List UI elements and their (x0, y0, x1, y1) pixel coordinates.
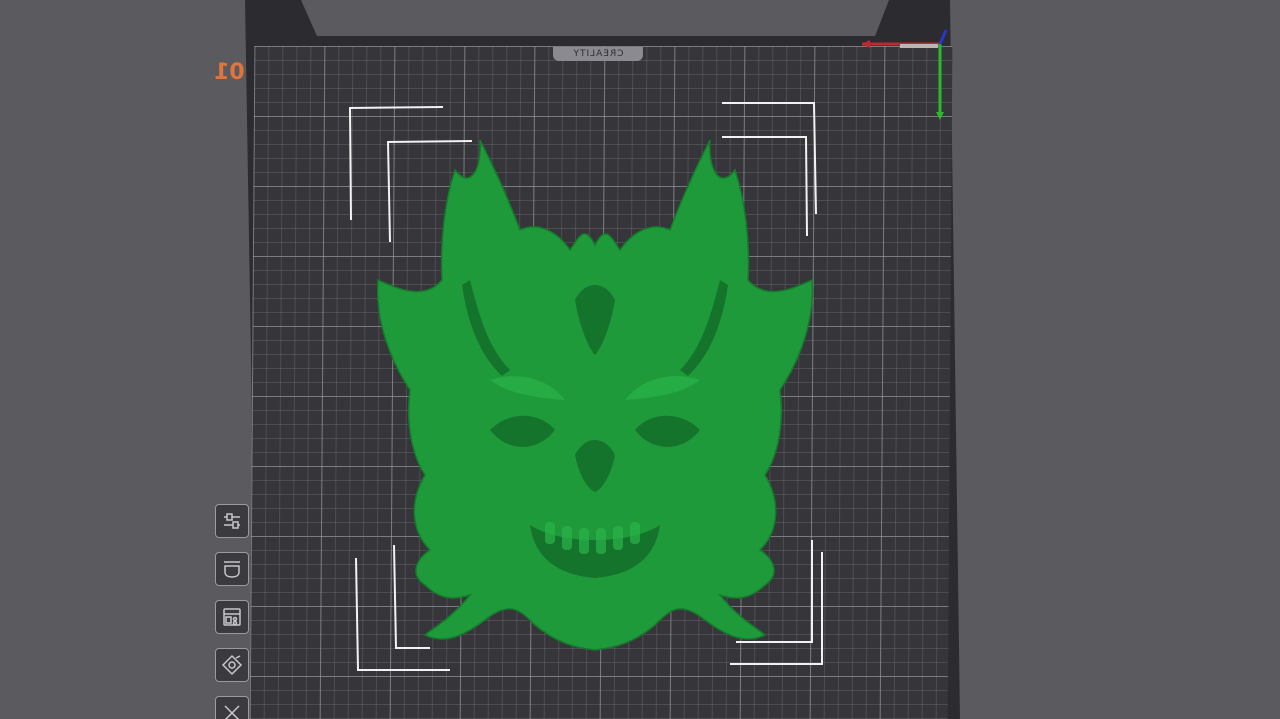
tooth (562, 526, 572, 550)
x-axis-arrow (862, 40, 870, 48)
side-toolbar (215, 504, 253, 719)
support-cup-icon (224, 561, 240, 578)
tooth (630, 522, 640, 544)
tooth (613, 526, 623, 550)
tool-button-drill[interactable] (215, 648, 249, 682)
tooth (579, 528, 589, 554)
tool-button-support[interactable] (215, 552, 249, 586)
cut-icon (224, 705, 240, 719)
axis-gizmo (862, 29, 948, 120)
plate-number: 01 (214, 60, 245, 85)
tool-button-cut[interactable] (215, 696, 249, 719)
drill-icon (221, 654, 243, 676)
tooth (545, 522, 555, 544)
3d-model-demon-mask[interactable] (370, 130, 820, 655)
tool-button-arrange[interactable] (215, 600, 249, 634)
brand-label: CREALITY (553, 47, 643, 61)
plate-corner-strip (900, 44, 938, 48)
arrange-grid-icon (223, 608, 241, 626)
tool-button-settings[interactable] (215, 504, 249, 538)
tooth (596, 528, 606, 554)
settings-sliders-icon (224, 513, 240, 529)
y-axis-arrow (936, 112, 944, 120)
z-axis-line (938, 29, 948, 45)
3d-viewport[interactable]: CREALITY 01 (0, 0, 1280, 719)
